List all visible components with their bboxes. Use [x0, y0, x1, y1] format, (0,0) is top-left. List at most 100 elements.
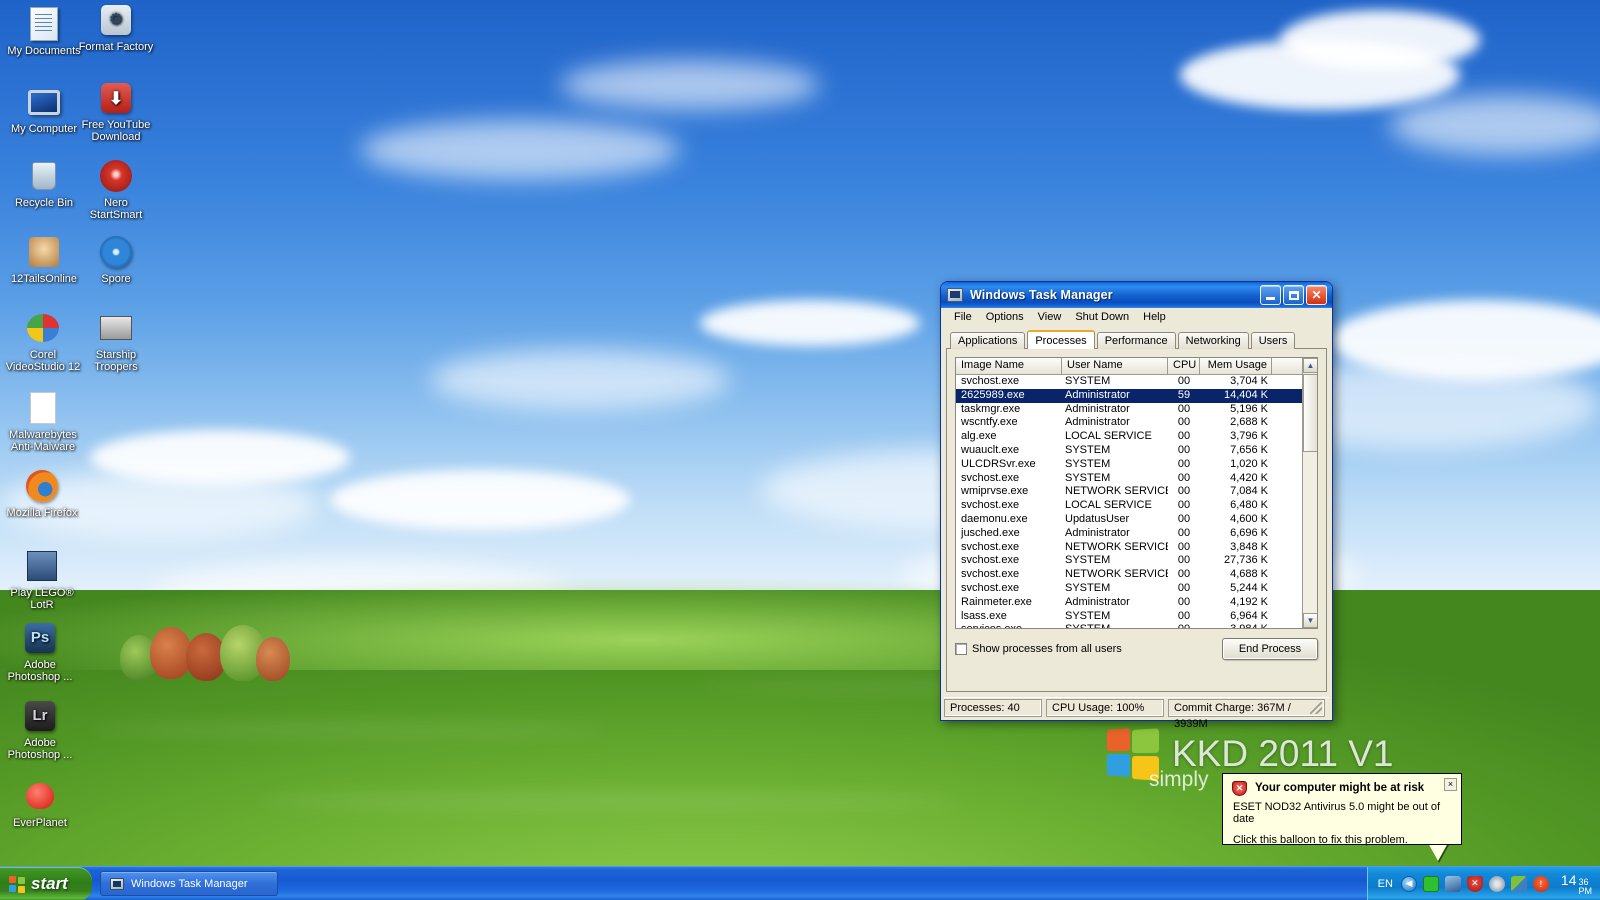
desktop-icon-malwarebytes[interactable]: Malwarebytes Anti-Malware [2, 390, 84, 453]
show-all-users-checkbox[interactable]: Show processes from all users [955, 643, 1122, 655]
checkbox-box[interactable] [955, 643, 967, 655]
desktop-icon-everplanet[interactable]: EverPlanet [2, 778, 78, 829]
table-row[interactable]: Rainmeter.exe Administrator 00 4,192 K [956, 596, 1317, 610]
taskbar[interactable]: start Windows Task Manager EN ◀ ✕ ! 14 3… [0, 866, 1600, 900]
table-row[interactable]: svchost.exe SYSTEM 00 5,244 K [956, 582, 1317, 596]
rainmeter-tray-icon[interactable] [1422, 875, 1439, 892]
table-row[interactable]: svchost.exe LOCAL SERVICE 00 6,480 K [956, 499, 1317, 513]
clock-minute-meridiem: 36 PM [1579, 877, 1593, 896]
desktop-icon-format-factory[interactable]: ⚙ Format Factory [78, 2, 154, 53]
cell-cpu: 00 [1168, 623, 1200, 628]
table-row[interactable]: lsass.exe SYSTEM 00 6,964 K [956, 610, 1317, 624]
table-row[interactable]: wscntfy.exe Administrator 00 2,688 K [956, 416, 1317, 430]
start-button[interactable]: start [0, 866, 92, 900]
desktop-icon-recycle-bin[interactable]: Recycle Bin [6, 158, 82, 209]
table-row[interactable]: ULCDRSvr.exe SYSTEM 00 1,020 K [956, 458, 1317, 472]
minimize-button[interactable] [1260, 285, 1281, 305]
window-titlebar[interactable]: Windows Task Manager ✕ [941, 282, 1332, 308]
menu-item-file[interactable]: File [947, 310, 979, 324]
table-row[interactable]: taskmgr.exe Administrator 00 5,196 K [956, 403, 1317, 417]
desktop-icon-lego-lotr[interactable]: Play LEGO® LotR [4, 548, 80, 611]
process-list[interactable]: Image Name User Name CPU Mem Usage svcho… [955, 357, 1318, 629]
balloon-close-icon[interactable]: × [1444, 778, 1457, 791]
language-indicator[interactable]: EN [1378, 878, 1393, 890]
scrollbar-thumb[interactable] [1303, 374, 1317, 452]
tab-processes[interactable]: Processes [1027, 330, 1095, 349]
cell-mem: 3,984 K [1200, 623, 1272, 628]
desktop-icon-mozilla-firefox[interactable]: Mozilla Firefox [4, 468, 80, 519]
taskbar-button-task-manager[interactable]: Windows Task Manager [100, 871, 278, 896]
column-header-user-name[interactable]: User Name [1062, 358, 1168, 374]
column-header-cpu[interactable]: CPU [1168, 358, 1200, 374]
photoshop-badge: Ps [25, 623, 55, 653]
cd-drive-tray-icon[interactable] [1488, 875, 1505, 892]
maximize-button[interactable] [1283, 285, 1304, 305]
grass-streak [260, 790, 960, 812]
desktop-icon-label: My Documents [7, 45, 81, 57]
tab-applications[interactable]: Applications [950, 332, 1026, 349]
cell-cpu: 00 [1177, 443, 1191, 456]
desktop-icon-my-documents[interactable]: My Documents [6, 6, 82, 57]
cell-cpu: 00 [1177, 499, 1191, 512]
status-processes: Processes: 40 [944, 698, 1042, 717]
corel-videostudio-icon [25, 310, 61, 346]
scroll-up-button[interactable]: ▲ [1303, 358, 1317, 373]
recycle-bin-icon [26, 158, 62, 194]
desktop-icon-adobe-photoshop[interactable]: Ps Adobe Photoshop ... [2, 620, 78, 683]
desktop[interactable]: My Documents ⚙ Format Factory My Compute… [0, 0, 1600, 900]
menu-item-help[interactable]: Help [1136, 310, 1173, 324]
desktop-icon-nero-startsmart[interactable]: Nero StartSmart [78, 158, 154, 221]
table-row[interactable]: wmiprvse.exe NETWORK SERVICE 00 7,084 K [956, 485, 1317, 499]
cloud [430, 350, 730, 410]
menu-item-view[interactable]: View [1031, 310, 1069, 324]
task-manager-icon[interactable] [947, 288, 963, 302]
close-button[interactable]: ✕ [1306, 285, 1327, 305]
table-row[interactable]: services.exeSYSTEM003,984 K [956, 623, 1317, 628]
table-row[interactable]: svchost.exe NETWORK SERVICE 00 4,688 K [956, 568, 1317, 582]
menu-item-shut-down[interactable]: Shut Down [1068, 310, 1136, 324]
table-row[interactable]: alg.exe LOCAL SERVICE 00 3,796 K [956, 430, 1317, 444]
taskbar-button-label: Windows Task Manager [131, 877, 248, 890]
end-process-button[interactable]: End Process [1222, 638, 1318, 660]
cell-user: NETWORK SERVICE [1065, 568, 1168, 581]
resize-grip[interactable] [1310, 701, 1322, 714]
tab-users[interactable]: Users [1250, 332, 1296, 349]
desktop-icon-free-youtube-download[interactable]: ⬇ Free YouTube Download [78, 80, 154, 143]
table-row[interactable]: jusched.exe Administrator 00 6,696 K [956, 527, 1317, 541]
column-header-mem-usage[interactable]: Mem Usage [1200, 358, 1272, 374]
chevron-left-icon[interactable]: ◀ [1400, 875, 1417, 892]
tab-networking[interactable]: Networking [1177, 332, 1249, 349]
column-header-image-name[interactable]: Image Name [956, 358, 1062, 374]
cell-mem: 3,848 K [1230, 540, 1268, 553]
scroll-down-button[interactable]: ▼ [1303, 613, 1317, 628]
desktop-icon-my-computer[interactable]: My Computer [6, 84, 82, 135]
table-row[interactable]: svchost.exe SYSTEM 00 3,704 K [956, 375, 1317, 389]
table-row[interactable]: wuauclt.exe SYSTEM 00 7,656 K [956, 444, 1317, 458]
table-row[interactable]: svchost.exe SYSTEM 00 4,420 K [956, 472, 1317, 486]
desktop-icon-label: EverPlanet [13, 817, 67, 829]
tab-performance[interactable]: Performance [1096, 332, 1176, 349]
status-cpu-usage: CPU Usage: 100% [1046, 698, 1164, 717]
desktop-icon-label: My Computer [10, 123, 78, 135]
eset-nod32-tray-icon[interactable]: ✕ [1466, 875, 1483, 892]
desktop-icon-label: Play LEGO® LotR [10, 587, 74, 611]
security-balloon-tooltip[interactable]: ✕ × Your computer might be at risk ESET … [1222, 773, 1462, 846]
desktop-icon-spore[interactable]: Spore [78, 234, 154, 285]
network-tray-icon[interactable] [1444, 875, 1461, 892]
nvidia-tray-icon[interactable] [1510, 875, 1527, 892]
task-manager-window[interactable]: Windows Task Manager ✕ File Options View… [940, 281, 1333, 730]
menu-item-options[interactable]: Options [979, 310, 1031, 324]
table-row[interactable]: svchost.exe NETWORK SERVICE 00 3,848 K [956, 541, 1317, 555]
desktop-icon-adobe-lightroom[interactable]: Lr Adobe Photoshop ... [2, 698, 78, 761]
process-list-scrollbar[interactable]: ▲ ▼ [1302, 358, 1317, 628]
table-row[interactable]: 2625989.exe Administrator 59 14,404 K [956, 388, 1317, 403]
cell-image: svchost.exe [961, 499, 1020, 512]
taskbar-clock[interactable]: 14 36 PM [1561, 872, 1592, 896]
desktop-icon-12tailsonline[interactable]: 12TailsOnline [6, 234, 82, 285]
cell-image: jusched.exe [961, 526, 1020, 539]
desktop-icon-corel-videostudio[interactable]: Corel VideoStudio 12 [2, 310, 84, 373]
warning-tray-icon[interactable]: ! [1532, 875, 1549, 892]
table-row[interactable]: daemonu.exe UpdatusUser 00 4,600 K [956, 513, 1317, 527]
desktop-icon-starship-troopers[interactable]: Starship Troopers [78, 310, 154, 373]
table-row[interactable]: svchost.exe SYSTEM 00 27,736 K [956, 554, 1317, 568]
